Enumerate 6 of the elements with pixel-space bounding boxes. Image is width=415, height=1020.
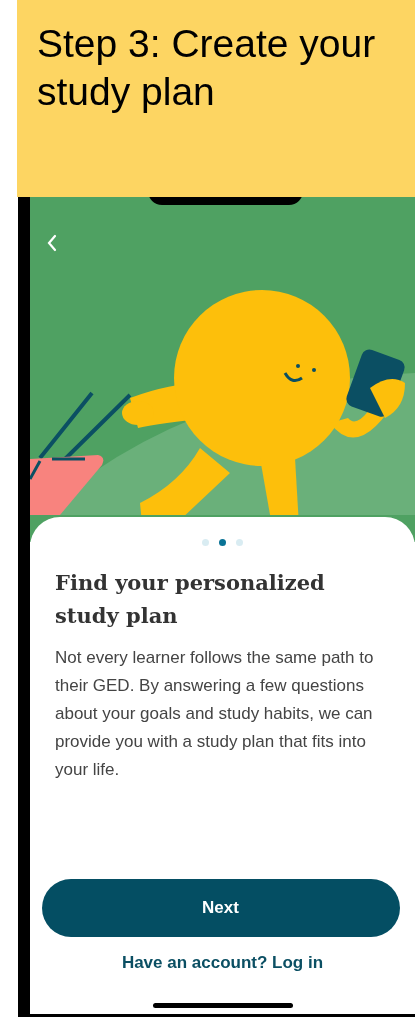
next-button[interactable]: Next (41, 879, 400, 937)
slide-title: Step 3: Create your study plan (37, 21, 377, 115)
card-description: Not every learner follows the same path to their GED. By answering a few questions about your goals and study habits, we can provide you with a study plan that fits into your life. (55, 647, 375, 781)
back-icon[interactable] (46, 234, 58, 252)
card-heading: Find your personalized study plan (55, 569, 326, 630)
login-link[interactable]: Have an account? Log in (121, 953, 324, 973)
